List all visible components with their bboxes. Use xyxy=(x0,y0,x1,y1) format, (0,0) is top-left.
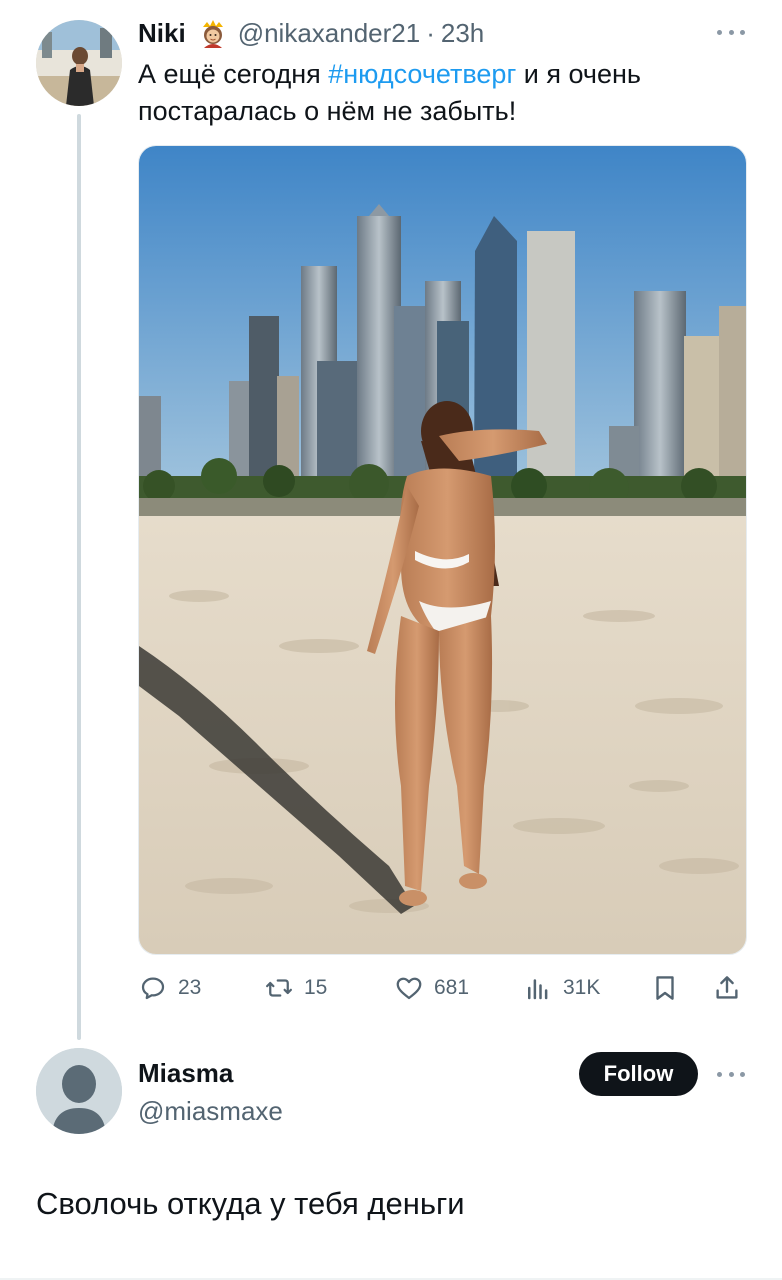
bookmark-button[interactable] xyxy=(650,968,680,1008)
timeline: Niki @nikaxander21 · 23h А ещё сегодня #… xyxy=(0,0,782,1280)
reply-icon xyxy=(141,977,165,1000)
avatar[interactable] xyxy=(36,1048,122,1134)
share-button[interactable] xyxy=(712,968,742,1008)
views-button[interactable]: 31K xyxy=(523,968,600,1008)
thread-line xyxy=(77,114,81,1040)
tweet-text: А ещё сегодня #нюдсочетверг и я очень по… xyxy=(138,56,738,130)
more-icon[interactable] xyxy=(717,28,745,36)
author-handle[interactable]: @nikaxander21 xyxy=(238,16,421,50)
hashtag-link[interactable]: #нюдсочетверг xyxy=(328,59,516,89)
share-icon xyxy=(716,976,738,999)
avatar[interactable] xyxy=(36,20,122,106)
retweet-button[interactable]: 15 xyxy=(264,968,327,1008)
reply-text: Сволочь откуда у тебя деньги xyxy=(36,1186,465,1221)
timestamp[interactable]: 23h xyxy=(441,16,484,50)
tweet-actions: 23 15 681 31K xyxy=(138,968,745,1008)
like-button[interactable]: 681 xyxy=(394,968,469,1008)
reply-button[interactable]: 23 xyxy=(138,968,201,1008)
default-profile-icon xyxy=(36,1048,122,1134)
like-count: 681 xyxy=(434,976,470,999)
author-name[interactable]: Niki xyxy=(138,16,186,50)
tweet-photo[interactable] xyxy=(138,145,747,955)
follow-button[interactable]: Follow xyxy=(579,1052,698,1096)
retweet-count: 15 xyxy=(304,976,328,999)
reply-count: 23 xyxy=(178,976,202,999)
reply-author-name[interactable]: Miasma xyxy=(138,1056,233,1090)
bookmark-icon xyxy=(656,976,674,1000)
tweet-header: Niki @nikaxander21 · 23h xyxy=(138,16,484,50)
retweet-icon xyxy=(266,979,292,997)
view-count: 31K xyxy=(563,976,601,999)
more-icon[interactable] xyxy=(717,1070,745,1078)
reply-author-handle[interactable]: @miasmaxe xyxy=(138,1094,283,1128)
woman-with-crown-icon xyxy=(198,18,228,48)
tweet-text-before: А ещё сегодня xyxy=(138,59,329,89)
heart-icon xyxy=(396,977,422,1000)
separator: · xyxy=(426,18,435,48)
views-chart-icon xyxy=(528,979,548,1000)
